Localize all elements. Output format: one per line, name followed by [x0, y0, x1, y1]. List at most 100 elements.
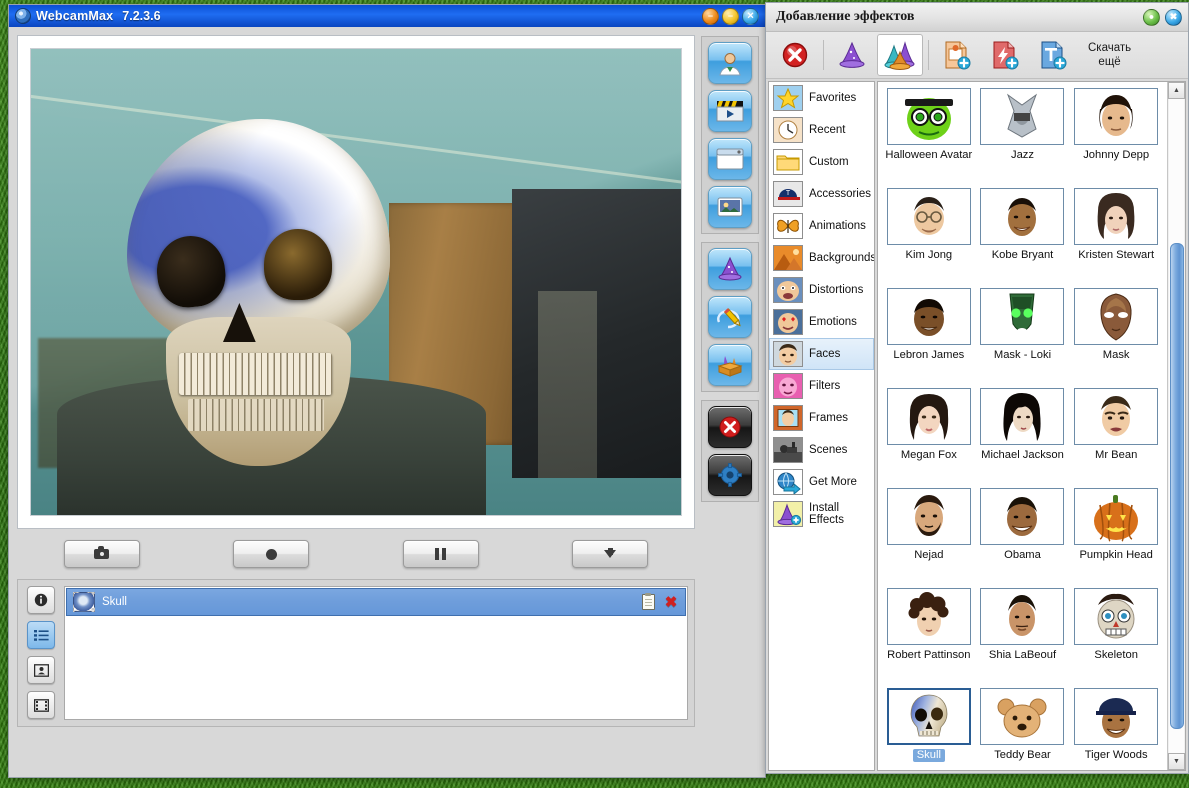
- effect-cell[interactable]: Halloween Avatar: [882, 88, 976, 186]
- active-effects-toolbar: [24, 586, 58, 720]
- toolbar-add-image-button[interactable]: [934, 34, 980, 76]
- effect-cell[interactable]: Megan Fox: [882, 388, 976, 486]
- category-label: Favorites: [809, 92, 857, 104]
- effects-window-controls: ● ✖: [1143, 8, 1182, 26]
- scrollbar-thumb[interactable]: [1170, 242, 1184, 729]
- toolbar-add-flash-button[interactable]: [982, 34, 1028, 76]
- distorted-face-icon: [773, 277, 803, 303]
- scroll-down-button[interactable]: ▼: [1168, 753, 1185, 770]
- effects-button[interactable]: [708, 248, 752, 290]
- category-recent[interactable]: Recent: [769, 114, 874, 146]
- main-titlebar: WebcamMax 7.2.3.6 – – ✕: [9, 5, 765, 27]
- star-icon: [773, 85, 803, 111]
- rail-group-sources: [701, 36, 759, 234]
- effect-cell[interactable]: Robert Pattinson: [882, 588, 976, 686]
- effect-thumbnail: [1074, 588, 1159, 645]
- toolbar-multi-effect-button[interactable]: [877, 34, 923, 76]
- effect-cell[interactable]: Nejad: [882, 488, 976, 586]
- effect-cell[interactable]: Jazz: [976, 88, 1070, 186]
- webcam-source-button[interactable]: [708, 42, 752, 84]
- film-view-button[interactable]: [27, 691, 55, 719]
- settings-button[interactable]: [708, 454, 752, 496]
- effect-cell[interactable]: Kobe Bryant: [976, 188, 1070, 286]
- effect-cell[interactable]: Pumpkin Head: [1069, 488, 1163, 586]
- effect-label: Nejad: [914, 549, 944, 561]
- webcam-preview[interactable]: [30, 48, 682, 516]
- effects-grid-scrollbar[interactable]: ▲ ▼: [1167, 82, 1185, 770]
- effect-cell[interactable]: Kim Jong: [882, 188, 976, 286]
- list-view-button[interactable]: [27, 621, 55, 649]
- effect-cell[interactable]: Mask: [1069, 288, 1163, 386]
- duplicate-effect-button[interactable]: [640, 593, 656, 611]
- image-view-button[interactable]: [27, 656, 55, 684]
- category-scenes[interactable]: Scenes: [769, 434, 874, 466]
- add-image-icon: [945, 41, 971, 70]
- effect-thumbnail: [1074, 688, 1159, 745]
- category-emotions[interactable]: Emotions: [769, 306, 874, 338]
- category-backgrounds[interactable]: Backgrounds: [769, 242, 874, 274]
- remove-effect-button[interactable]: ✖: [663, 593, 679, 611]
- effect-cell-selected[interactable]: Skull: [882, 688, 976, 770]
- effect-cell[interactable]: Johnny Depp: [1069, 88, 1163, 186]
- effect-label: Robert Pattinson: [887, 649, 971, 661]
- download-button[interactable]: [572, 540, 649, 568]
- open-box-icon: [717, 356, 743, 377]
- download-more-button[interactable]: Скачать ещё: [1088, 41, 1131, 70]
- wizard-hat-icon: [718, 256, 742, 281]
- category-animations[interactable]: Animations: [769, 210, 874, 242]
- category-frames[interactable]: Frames: [769, 402, 874, 434]
- scrollbar-track[interactable]: [1169, 99, 1184, 753]
- window-mode-button[interactable]: [708, 138, 752, 180]
- effect-thumbnail: [1074, 288, 1159, 345]
- effect-cell[interactable]: Mask - Loki: [976, 288, 1070, 386]
- category-faces[interactable]: Faces: [769, 338, 874, 370]
- effect-cell[interactable]: Shia LaBeouf: [976, 588, 1070, 686]
- effects-grid[interactable]: Halloween Avatar Jazz Johnny Depp Kim Jo…: [878, 82, 1167, 770]
- category-accessories[interactable]: T Accessories: [769, 178, 874, 210]
- category-custom[interactable]: Custom: [769, 146, 874, 178]
- minimize-button[interactable]: –: [702, 7, 719, 25]
- effect-label: Teddy Bear: [994, 749, 1051, 761]
- effect-cell[interactable]: Lebron James: [882, 288, 976, 386]
- category-get-more[interactable]: Get More: [769, 466, 874, 498]
- maximize-button[interactable]: –: [722, 7, 739, 25]
- info-button[interactable]: [27, 586, 55, 614]
- video-clip-button[interactable]: [708, 90, 752, 132]
- webcammax-main-window: WebcamMax 7.2.3.6 – – ✕ Skull ✖: [8, 4, 766, 778]
- effect-cell[interactable]: Teddy Bear: [976, 688, 1070, 770]
- effect-cell[interactable]: Michael Jackson: [976, 388, 1070, 486]
- category-distortions[interactable]: Distortions: [769, 274, 874, 306]
- toolbar-clear-effects-button[interactable]: [772, 34, 818, 76]
- draw-button[interactable]: [708, 296, 752, 338]
- effect-cell[interactable]: Kristen Stewart: [1069, 188, 1163, 286]
- image-icon: [33, 663, 49, 677]
- effect-cell[interactable]: Mr Bean: [1069, 388, 1163, 486]
- clear-effects-button[interactable]: [708, 406, 752, 448]
- category-list[interactable]: Favorites Recent Custom T Accessories An…: [768, 81, 875, 771]
- record-button[interactable]: [233, 540, 310, 568]
- close-button[interactable]: ✕: [742, 7, 759, 25]
- media-gallery-button[interactable]: [708, 186, 752, 228]
- active-effects-list[interactable]: Skull ✖: [64, 586, 688, 720]
- snapshot-button[interactable]: [63, 540, 140, 568]
- list-icon: [33, 629, 49, 641]
- toolbar-single-effect-button[interactable]: [829, 34, 875, 76]
- grimace-man-icon: [1101, 395, 1132, 436]
- effect-box-button[interactable]: [708, 344, 752, 386]
- effect-label: Skeleton: [1094, 649, 1138, 661]
- category-label: Scenes: [809, 444, 848, 456]
- effects-minimize-button[interactable]: ●: [1143, 8, 1160, 26]
- effect-cell[interactable]: Obama: [976, 488, 1070, 586]
- scroll-up-button[interactable]: ▲: [1168, 82, 1185, 99]
- pause-button[interactable]: [402, 540, 479, 568]
- category-favorites[interactable]: Favorites: [769, 82, 874, 114]
- effect-cell[interactable]: Skeleton: [1069, 588, 1163, 686]
- effects-close-button[interactable]: ✖: [1165, 8, 1182, 26]
- active-effect-row[interactable]: Skull ✖: [66, 588, 686, 616]
- toolbar-add-text-button[interactable]: [1030, 34, 1076, 76]
- effect-cell[interactable]: Tiger Woods: [1069, 688, 1163, 770]
- effects-toolbar: Скачать ещё: [766, 32, 1188, 79]
- category-install-effects[interactable]: Install Effects: [769, 498, 874, 530]
- effects-panel-title: Добавление эффектов: [776, 9, 915, 24]
- category-filters[interactable]: Filters: [769, 370, 874, 402]
